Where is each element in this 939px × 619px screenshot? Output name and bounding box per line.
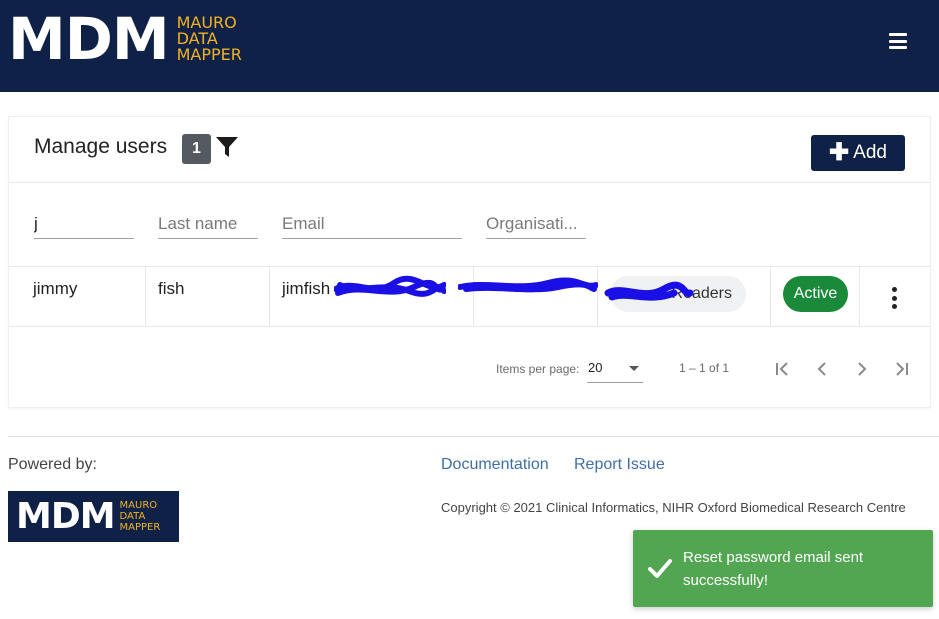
manage-users-card: Manage users 1 ✚ Add jimmy fish jimfish bbox=[8, 116, 931, 408]
groups-cell: Readers bbox=[598, 267, 771, 327]
plus-icon: ✚ bbox=[829, 139, 850, 166]
top-navbar: MDM MAURO DATA MAPPER bbox=[0, 0, 939, 92]
first-name-value: jimmy bbox=[33, 279, 78, 298]
redaction-scribble bbox=[604, 281, 694, 301]
footer-divider bbox=[8, 436, 939, 437]
more-options-icon[interactable] bbox=[888, 287, 900, 309]
add-button-label: Add bbox=[853, 142, 887, 163]
organisation-filter-input[interactable] bbox=[486, 209, 586, 239]
footer-logo-word-1: MAURO bbox=[119, 500, 158, 511]
footer-logo-wordmark: MAURO DATA MAPPER bbox=[120, 500, 161, 533]
add-user-button[interactable]: ✚ Add bbox=[811, 135, 905, 171]
card-header: Manage users 1 ✚ Add bbox=[9, 117, 930, 183]
paginator: Items per page: 20 1 – 1 of 1 bbox=[9, 327, 930, 409]
footer-logo-mark: MDM bbox=[16, 495, 116, 537]
chevron-down-icon bbox=[629, 366, 639, 371]
success-toast[interactable]: Reset password email sent successfully! bbox=[633, 530, 933, 607]
table-row[interactable]: jimmy fish jimfish Readers Active bbox=[9, 267, 930, 327]
organisation-cell bbox=[458, 267, 598, 327]
page-size-select[interactable]: 20 bbox=[587, 356, 643, 383]
logo-word-3: MAPPER bbox=[176, 45, 242, 64]
filter-count-badge: 1 bbox=[182, 134, 211, 164]
email-filter-input[interactable] bbox=[282, 209, 462, 239]
checkmark-icon bbox=[648, 559, 672, 578]
email-cell: jimfish bbox=[270, 267, 474, 327]
powered-by-label: Powered by: bbox=[8, 456, 97, 473]
actions-cell bbox=[860, 267, 932, 327]
status-cell: Active bbox=[771, 267, 860, 327]
last-name-filter-input[interactable] bbox=[158, 209, 258, 239]
footer-logo-word-2: DATA bbox=[119, 511, 146, 522]
email-value: jimfish bbox=[282, 279, 331, 298]
logo-wordmark: MAURO DATA MAPPER bbox=[177, 15, 242, 63]
report-issue-link[interactable]: Report Issue bbox=[574, 456, 665, 474]
items-per-page-label: Items per page: bbox=[496, 362, 580, 376]
copyright-text: Copyright © 2021 Clinical Informatics, N… bbox=[441, 500, 906, 515]
page-size-value: 20 bbox=[588, 360, 603, 375]
logo-mark: MDM bbox=[8, 5, 170, 73]
toast-message: Reset password email sent successfully! bbox=[683, 549, 864, 589]
page-range-label: 1 – 1 of 1 bbox=[679, 361, 730, 375]
last-page-icon[interactable] bbox=[890, 357, 914, 381]
last-name-value: fish bbox=[158, 279, 185, 298]
filter-icon[interactable] bbox=[215, 135, 239, 159]
mdm-logo[interactable]: MDM MAURO DATA MAPPER bbox=[8, 10, 242, 68]
footer-logo: MDM MAURO DATA MAPPER bbox=[8, 491, 179, 542]
filter-row bbox=[9, 183, 930, 267]
page-title: Manage users bbox=[34, 135, 168, 158]
documentation-link[interactable]: Documentation bbox=[441, 456, 549, 474]
redaction-scribble bbox=[334, 275, 446, 297]
status-badge: Active bbox=[783, 276, 848, 312]
previous-page-icon[interactable] bbox=[810, 357, 834, 381]
first-name-filter-input[interactable] bbox=[34, 209, 134, 239]
first-page-icon[interactable] bbox=[770, 357, 794, 381]
footer-logo-word-3: MAPPER bbox=[119, 522, 161, 533]
last-name-cell: fish bbox=[146, 267, 270, 327]
next-page-icon[interactable] bbox=[850, 357, 874, 381]
hamburger-menu-icon[interactable] bbox=[889, 33, 907, 49]
first-name-cell: jimmy bbox=[9, 267, 146, 327]
redaction-scribble bbox=[458, 277, 598, 293]
